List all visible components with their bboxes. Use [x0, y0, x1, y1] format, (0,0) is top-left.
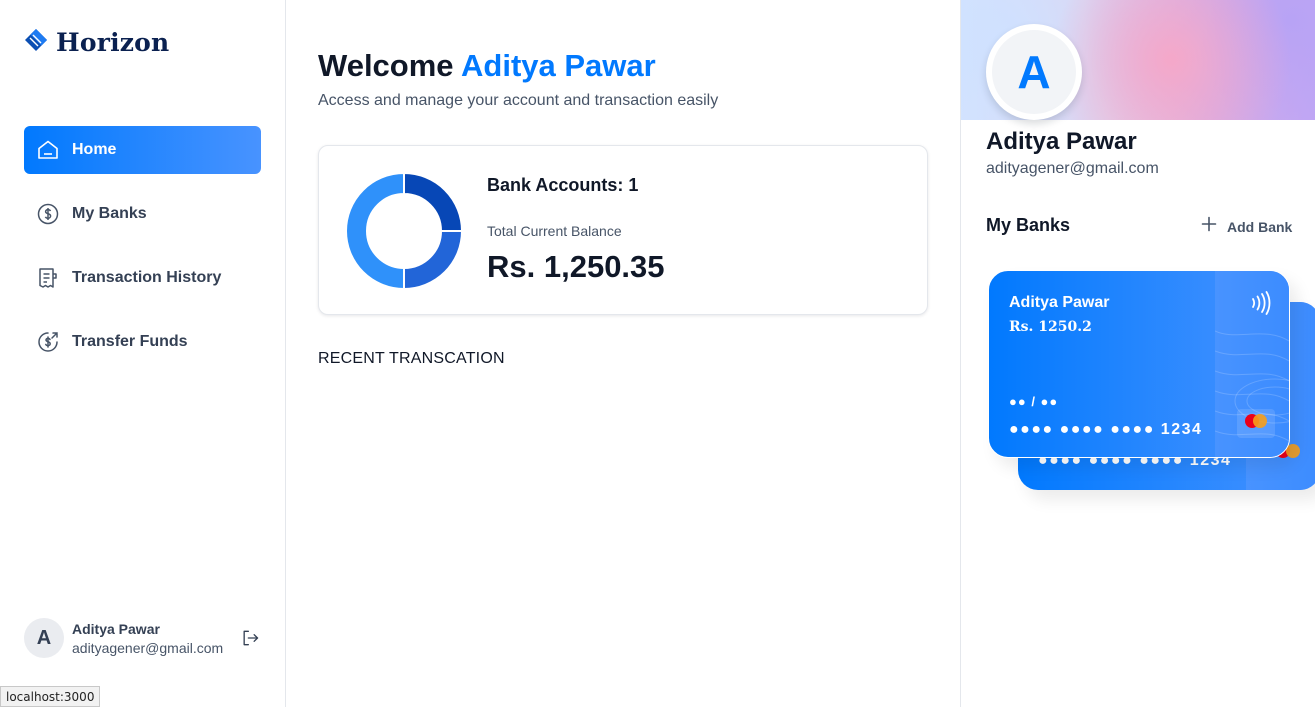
add-bank-button[interactable]: Add Bank — [1199, 214, 1292, 239]
sidebar-user-name: Aditya Pawar — [72, 620, 160, 637]
my-banks-title: My Banks — [986, 215, 1071, 235]
sidebar-item-transfer-funds[interactable]: Transfer Funds — [24, 318, 261, 366]
mastercard-icon — [1237, 409, 1275, 438]
bank-card-primary[interactable]: Aditya Pawar Rs. 1250.2 ●● / ●● ●●●● ●●●… — [988, 270, 1290, 458]
logout-icon[interactable] — [240, 628, 260, 653]
money-send-icon — [36, 330, 60, 354]
profile-avatar[interactable]: A — [986, 24, 1082, 120]
recent-transactions-title: RECENT TRANSCATION — [318, 350, 505, 367]
plus-icon — [1199, 214, 1219, 239]
greeting-user-name: Aditya Pawar — [461, 48, 656, 83]
sidebar-user-email: adityagener@gmail.com — [72, 639, 224, 656]
card-balance: Rs. 1250.2 — [1009, 319, 1092, 335]
sidebar-item-transaction-history[interactable]: Transaction History — [24, 254, 261, 302]
total-balance-label: Total Current Balance — [487, 223, 622, 239]
balance-donut-chart — [345, 172, 463, 290]
greeting-text: Welcome — [318, 48, 454, 83]
sidebar-item-label: Transaction History — [72, 269, 222, 286]
sidebar-user: A Aditya Pawar adityagener@gmail.com — [24, 618, 264, 658]
sidebar-item-my-banks[interactable]: My Banks — [24, 190, 261, 238]
bank-accounts-count: Bank Accounts: 1 — [487, 175, 639, 195]
sidebar-nav: Home My Banks Transaction History Transf… — [24, 126, 261, 382]
avatar[interactable]: A — [24, 618, 64, 658]
total-balance-value: Rs. 1,250.35 — [487, 249, 665, 284]
receipt-icon — [36, 266, 60, 290]
card-expiry: ●● / ●● — [1009, 394, 1059, 409]
status-url-tooltip: localhost:3000 — [0, 686, 101, 707]
card-holder-name: Aditya Pawar — [1009, 294, 1110, 311]
brand-logo[interactable]: Horizon — [24, 28, 169, 57]
page-subtitle: Access and manage your account and trans… — [318, 92, 719, 109]
sidebar-item-label: My Banks — [72, 205, 147, 222]
add-bank-label: Add Bank — [1227, 218, 1293, 235]
right-sidebar: A Aditya Pawar adityagener@gmail.com My … — [960, 0, 1315, 707]
total-balance-card: Bank Accounts: 1 Total Current Balance R… — [318, 145, 928, 315]
sidebar: Horizon Home My Banks Transaction Histor… — [0, 0, 286, 707]
horizon-logo-icon — [24, 28, 48, 57]
profile-name: Aditya Pawar — [986, 128, 1137, 155]
home-icon — [36, 138, 60, 162]
card-number: ●●●● ●●●● ●●●● 1234 — [1009, 421, 1203, 438]
donut-segment-0 — [403, 172, 463, 232]
brand-name: Horizon — [56, 28, 170, 57]
donut-segment-2 — [345, 172, 405, 290]
main-content: Welcome Aditya Pawar Access and manage y… — [286, 0, 961, 707]
sidebar-item-label: Transfer Funds — [72, 333, 188, 350]
profile-email: adityagener@gmail.com — [986, 160, 1159, 177]
donut-segment-1 — [403, 230, 463, 290]
sidebar-item-home[interactable]: Home — [24, 126, 261, 174]
dollar-circle-icon — [36, 202, 60, 226]
sidebar-item-label: Home — [72, 141, 117, 158]
page-title: Welcome Aditya Pawar — [318, 48, 656, 84]
contactless-icon — [1249, 291, 1271, 320]
